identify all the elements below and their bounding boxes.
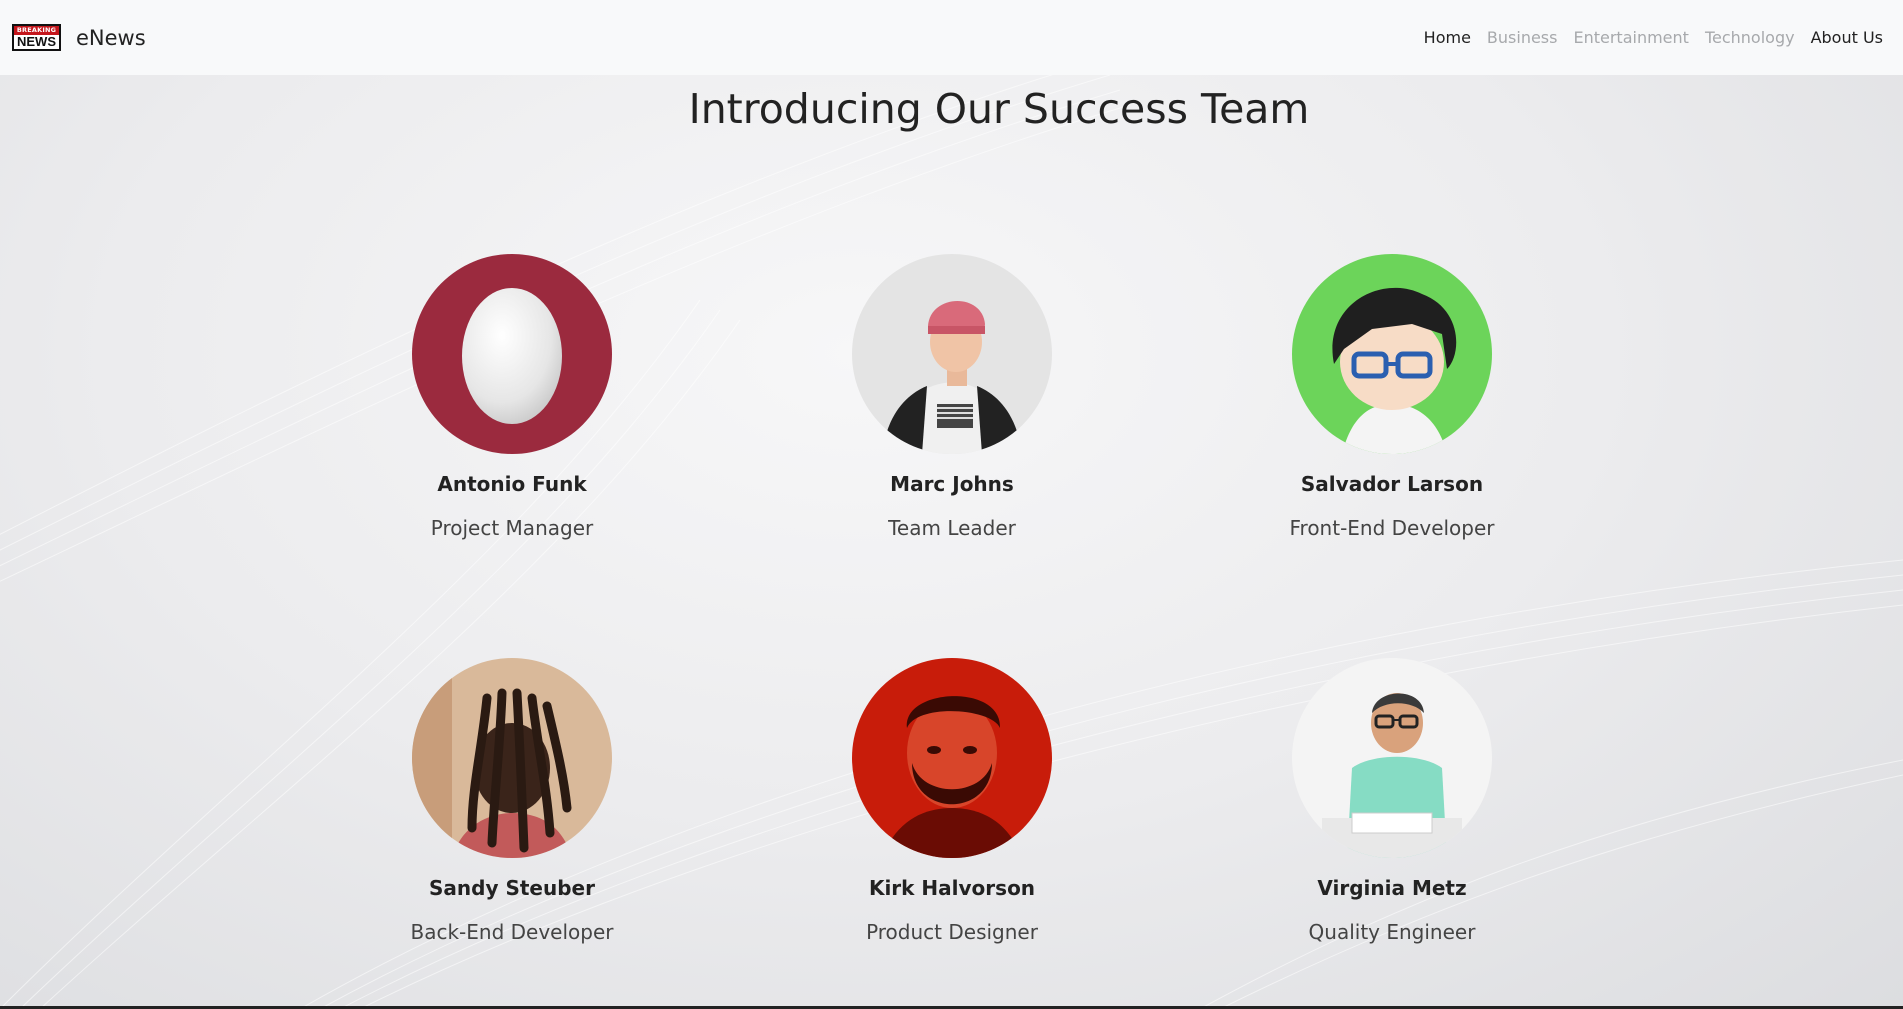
team-card: Salvador Larson Front-End Developer bbox=[1242, 254, 1542, 540]
member-role: Quality Engineer bbox=[1308, 920, 1476, 944]
member-name: Virginia Metz bbox=[1317, 876, 1467, 900]
member-name: Antonio Funk bbox=[437, 472, 587, 496]
egg-avatar-icon bbox=[412, 254, 612, 454]
team-card: Virginia Metz Quality Engineer bbox=[1242, 658, 1542, 944]
member-role: Product Designer bbox=[866, 920, 1038, 944]
photo-red-beard-icon bbox=[852, 658, 1052, 858]
member-name: Marc Johns bbox=[890, 472, 1014, 496]
team-card: Kirk Halvorson Product Designer bbox=[802, 658, 1102, 944]
cartoon-boy-glasses-icon bbox=[1292, 254, 1492, 454]
photo-man-desk-icon bbox=[1292, 658, 1492, 858]
member-name: Salvador Larson bbox=[1300, 472, 1484, 496]
member-name: Kirk Halvorson bbox=[868, 876, 1036, 900]
member-role: Team Leader bbox=[888, 516, 1016, 540]
member-role: Project Manager bbox=[430, 516, 594, 540]
member-name: Sandy Steuber bbox=[429, 876, 595, 900]
photo-man-beanie-icon bbox=[852, 254, 1052, 454]
member-role: Front-End Developer bbox=[1289, 516, 1495, 540]
team-grid: Antonio Funk Project Manager Marc Johns … bbox=[0, 0, 1903, 1009]
team-card: Antonio Funk Project Manager bbox=[362, 254, 662, 540]
team-card: Marc Johns Team Leader bbox=[802, 254, 1102, 540]
member-role: Back-End Developer bbox=[410, 920, 614, 944]
team-card: Sandy Steuber Back-End Developer bbox=[362, 658, 662, 944]
photo-dreadlocks-icon bbox=[412, 658, 612, 858]
